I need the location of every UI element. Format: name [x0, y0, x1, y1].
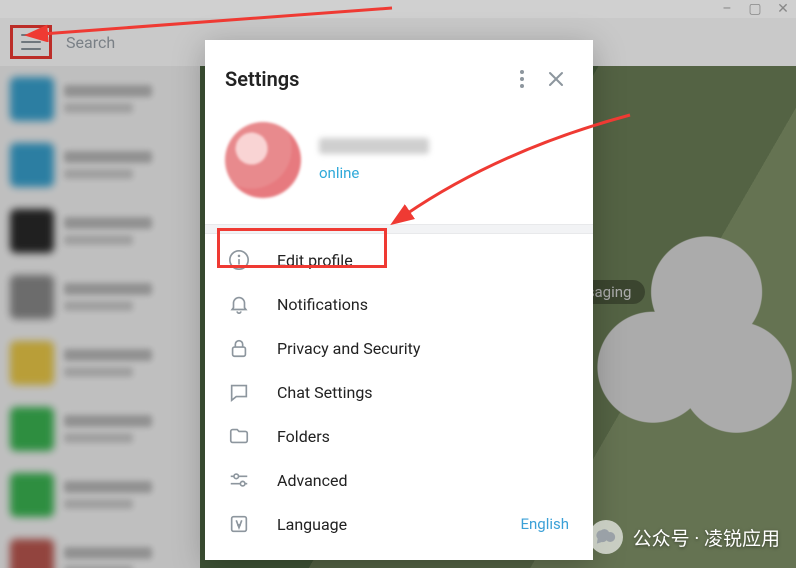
- settings-modal: Settings online Edit profile: [205, 40, 593, 560]
- language-value: English: [520, 515, 579, 533]
- menu-edit-profile[interactable]: Edit profile: [205, 238, 593, 282]
- avatar[interactable]: [225, 122, 301, 198]
- divider: [205, 224, 593, 234]
- language-icon: [227, 512, 251, 536]
- app-window: – ▢ ✕ Search ssaging Settings: [0, 0, 796, 568]
- menu-advanced[interactable]: Advanced: [205, 458, 593, 502]
- lock-icon: [227, 336, 251, 360]
- watermark-icon: [589, 520, 623, 554]
- menu-label: Notifications: [277, 295, 579, 314]
- more-options-button[interactable]: [505, 62, 539, 96]
- menu-language[interactable]: Language English: [205, 502, 593, 546]
- menu-label: Chat Settings: [277, 383, 579, 402]
- menu-label: Folders: [277, 427, 579, 446]
- close-modal-button[interactable]: [539, 62, 573, 96]
- modal-title: Settings: [225, 67, 505, 91]
- settings-menu: Edit profile Notifications Privacy and S…: [205, 234, 593, 546]
- info-icon: [227, 248, 251, 272]
- profile-name: [319, 138, 429, 154]
- menu-chat-settings[interactable]: Chat Settings: [205, 370, 593, 414]
- watermark-text: 公众号 · 凌锐应用: [633, 524, 780, 551]
- menu-notifications[interactable]: Notifications: [205, 282, 593, 326]
- menu-label: Advanced: [277, 471, 579, 490]
- minimize-button[interactable]: –: [718, 1, 736, 17]
- chat-icon: [227, 380, 251, 404]
- folder-icon: [227, 424, 251, 448]
- sliders-icon: [227, 468, 251, 492]
- close-window-button[interactable]: ✕: [774, 1, 792, 17]
- bell-icon: [227, 292, 251, 316]
- watermark: 公众号 · 凌锐应用: [589, 520, 780, 554]
- menu-privacy[interactable]: Privacy and Security: [205, 326, 593, 370]
- menu-label: Privacy and Security: [277, 339, 579, 358]
- profile-info: online: [319, 138, 429, 182]
- window-controls: – ▢ ✕: [718, 0, 792, 18]
- maximize-button[interactable]: ▢: [746, 1, 764, 17]
- menu-label: Language: [277, 515, 494, 534]
- modal-header: Settings: [205, 40, 593, 110]
- profile-section[interactable]: online: [205, 110, 593, 224]
- menu-label: Edit profile: [277, 251, 579, 270]
- menu-folders[interactable]: Folders: [205, 414, 593, 458]
- online-status: online: [319, 164, 429, 182]
